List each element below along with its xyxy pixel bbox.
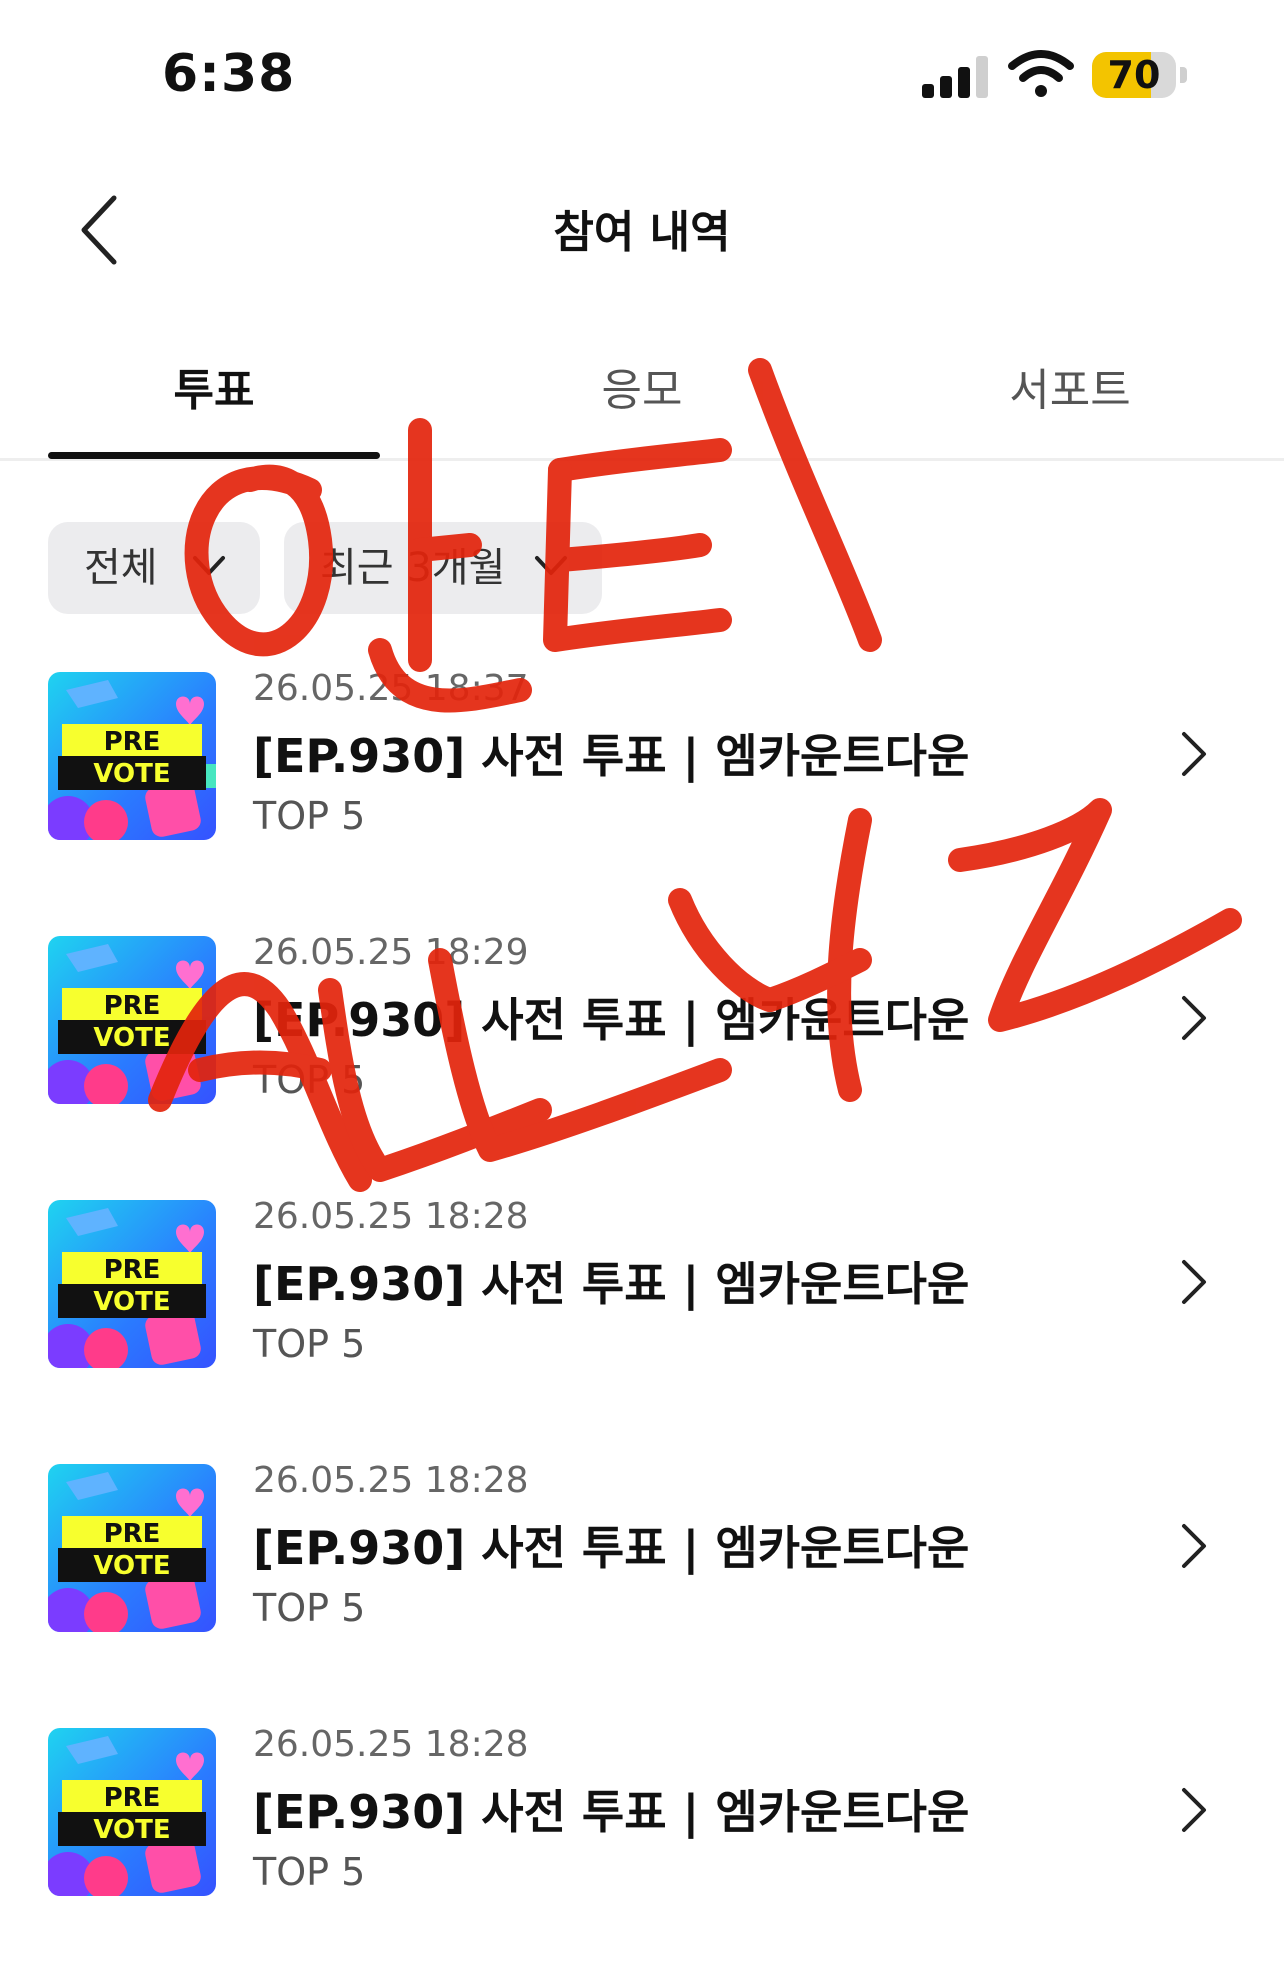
chevron-down-icon (535, 556, 567, 575)
item-date: 26.05.25 18:28 (253, 1724, 529, 1765)
list-item[interactable]: PRE VOTE 26.05.25 18:29 [EP.930] 사전 투표 |… (0, 924, 1284, 1144)
item-date: 26.05.25 18:28 (253, 1196, 529, 1237)
wifi-icon (1008, 50, 1074, 97)
cellular-signal-icon (922, 56, 988, 98)
item-date: 26.05.25 18:28 (253, 1460, 529, 1501)
chevron-down-icon (193, 556, 225, 575)
status-time: 6:38 (162, 44, 296, 104)
thumb-text-top: PRE (104, 1255, 161, 1285)
battery-indicator: 70 (1092, 52, 1188, 100)
chevron-right-icon (1182, 1788, 1206, 1832)
battery-tip (1180, 67, 1187, 83)
chevron-right-icon (1182, 1524, 1206, 1568)
chevron-right-icon (1182, 732, 1206, 776)
list-item[interactable]: PRE VOTE 26.05.25 18:28 [EP.930] 사전 투표 |… (0, 1452, 1284, 1672)
pre-vote-thumbnail: PRE VOTE (48, 1464, 216, 1632)
battery-level: 70 (1107, 53, 1161, 97)
item-date: 26.05.25 18:29 (253, 932, 529, 973)
item-date: 26.05.25 18:37 (253, 668, 529, 709)
item-subtitle: TOP 5 (253, 1850, 366, 1894)
chevron-right-icon (1182, 996, 1206, 1040)
nav-bar: 참여 내역 (0, 170, 1284, 290)
active-tab-indicator (48, 452, 380, 459)
item-subtitle: TOP 5 (253, 1322, 366, 1366)
chevron-right-icon (1182, 1260, 1206, 1304)
category-filter-dropdown[interactable]: 전체 (48, 522, 260, 614)
item-subtitle: TOP 5 (253, 1058, 366, 1102)
period-filter-dropdown[interactable]: 최근 3개월 (284, 522, 602, 614)
pre-vote-thumbnail: PRE VOTE (48, 1728, 216, 1896)
item-title: [EP.930] 사전 투표 | 엠카운트다운 (253, 1257, 970, 1311)
period-filter-label: 최근 3개월 (320, 545, 506, 591)
tab-support[interactable]: 서포트 (856, 354, 1284, 418)
pre-vote-thumbnail: PRE VOTE (48, 936, 216, 1104)
thumb-text-top: PRE (104, 991, 161, 1021)
page-title: 참여 내역 (553, 207, 731, 258)
thumb-text-bottom: VOTE (93, 1287, 170, 1317)
pre-vote-thumbnail: PRE VOTE (48, 672, 216, 840)
item-title: [EP.930] 사전 투표 | 엠카운트다운 (253, 1521, 970, 1575)
tab-bar: 투표 응모 서포트 (0, 340, 1284, 461)
status-bar: 6:38 70 (0, 0, 1284, 150)
thumb-text-bottom: VOTE (93, 1815, 170, 1845)
thumb-text-bottom: VOTE (93, 759, 170, 789)
thumb-text-bottom: VOTE (93, 1023, 170, 1053)
list-item[interactable]: PRE VOTE 26.05.25 18:28 [EP.930] 사전 투표 |… (0, 1716, 1284, 1936)
item-subtitle: TOP 5 (253, 794, 366, 838)
thumb-text-bottom: VOTE (93, 1551, 170, 1581)
item-subtitle: TOP 5 (253, 1586, 366, 1630)
category-filter-label: 전체 (84, 545, 158, 591)
thumb-text-top: PRE (104, 1783, 161, 1813)
list-item[interactable]: PRE VOTE 26.05.25 18:28 [EP.930] 사전 투표 |… (0, 1188, 1284, 1408)
battery-body: 70 (1092, 52, 1176, 98)
thumb-text-top: PRE (104, 1519, 161, 1549)
tab-vote[interactable]: 투표 (0, 354, 428, 418)
item-title: [EP.930] 사전 투표 | 엠카운트다운 (253, 729, 970, 783)
pre-vote-thumbnail: PRE VOTE (48, 1200, 216, 1368)
item-title: [EP.930] 사전 투표 | 엠카운트다운 (253, 993, 970, 1047)
thumb-text-top: PRE (104, 727, 161, 757)
tab-entry[interactable]: 응모 (428, 354, 856, 418)
list-item[interactable]: PRE VOTE 26.05.25 18:37 [EP.930] 사전 투표 |… (0, 660, 1284, 880)
item-title: [EP.930] 사전 투표 | 엠카운트다운 (253, 1785, 970, 1839)
